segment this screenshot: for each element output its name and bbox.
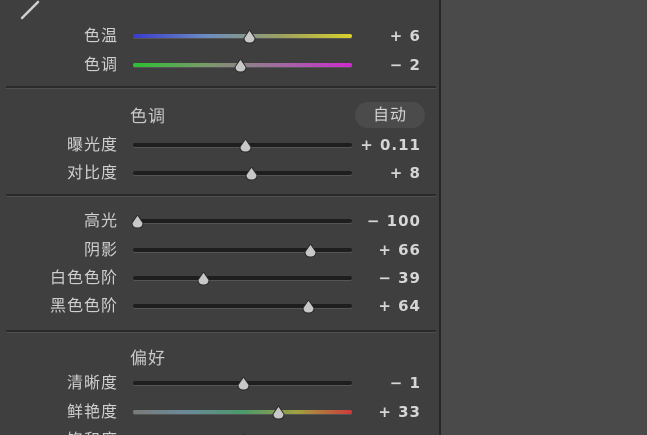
slider-thumb[interactable]: [131, 214, 144, 229]
slider-row: 色调 − 2: [0, 51, 439, 79]
slider-thumb[interactable]: [234, 58, 247, 73]
slider-row: 阴影 + 66: [0, 236, 439, 264]
slider-value[interactable]: − 39: [378, 264, 421, 292]
slider-row: 黑色色阶 + 64: [0, 292, 439, 320]
tone-section-title: 色调: [130, 107, 166, 127]
slider-row: 饱和度: [0, 426, 439, 435]
slider-thumb[interactable]: [236, 376, 250, 391]
slider-label: 鲜艳度: [66, 402, 118, 421]
develop-window: 色温 + 6 色调 − 2 色调 自动 曝光度 + 0.11 对比度 + 8 高光 − 100…: [0, 0, 647, 435]
slider-value[interactable]: − 2: [390, 51, 421, 79]
slider-row: 高光 − 100: [0, 207, 439, 235]
slider-thumb[interactable]: [302, 299, 315, 314]
slider-row: 白色色阶 − 39: [0, 264, 439, 292]
slider-label: 黑色色阶: [49, 296, 118, 315]
slider-thumb[interactable]: [304, 243, 317, 258]
slider-value[interactable]: − 1: [390, 369, 421, 397]
slider-label: 阴影: [83, 240, 118, 259]
presence-section-title: 偏好: [130, 349, 166, 369]
slider-value[interactable]: + 0.11: [360, 131, 421, 159]
slider-thumb[interactable]: [197, 271, 210, 286]
slider-value[interactable]: − 100: [367, 207, 421, 235]
slider-label: 色调: [83, 55, 118, 74]
slider-value[interactable]: + 33: [378, 398, 421, 426]
basic-panel: 色温 + 6 色调 − 2 色调 自动 曝光度 + 0.11 对比度 + 8 高光 − 100…: [0, 0, 441, 435]
slider-label: 对比度: [66, 163, 118, 182]
slider-track[interactable]: [133, 171, 352, 175]
slider-value[interactable]: + 64: [378, 292, 421, 320]
slider-row: 鲜艳度 + 33: [0, 398, 439, 426]
slider-track[interactable]: [133, 304, 352, 308]
slider-value[interactable]: + 66: [378, 236, 421, 264]
slider-track[interactable]: [133, 248, 352, 252]
slider-row: 色温 + 6: [0, 22, 439, 50]
slider-track[interactable]: [133, 276, 352, 280]
slider-row: 清晰度 − 1: [0, 369, 439, 397]
slider-label: 白色色阶: [49, 268, 118, 287]
slider-label: 饱和度: [67, 426, 118, 435]
slider-row: 曝光度 + 0.11: [0, 131, 439, 159]
brush-icon: [20, 0, 40, 20]
auto-tone-button[interactable]: 自动: [355, 102, 425, 128]
slider-label: 色温: [83, 26, 118, 45]
slider-value[interactable]: + 8: [390, 159, 421, 187]
slider-thumb[interactable]: [239, 138, 252, 153]
slider-value[interactable]: + 6: [390, 22, 421, 50]
slider-label: 高光: [83, 211, 118, 230]
slider-label: 曝光度: [66, 135, 118, 154]
slider-thumb[interactable]: [272, 405, 285, 420]
slider-label: 清晰度: [66, 373, 118, 392]
slider-thumb[interactable]: [243, 29, 256, 44]
slider-track[interactable]: [133, 219, 352, 223]
slider-thumb[interactable]: [245, 166, 258, 181]
slider-row: 对比度 + 8: [0, 159, 439, 187]
slider-track[interactable]: [133, 410, 352, 414]
